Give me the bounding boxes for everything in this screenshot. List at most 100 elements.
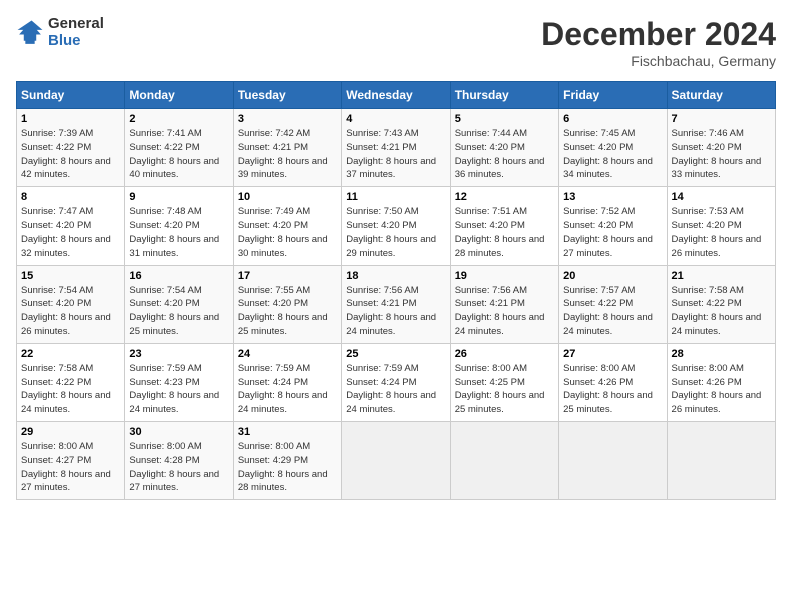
- day-number: 26: [455, 348, 554, 360]
- calendar-cell: [667, 422, 775, 500]
- calendar-cell: 20Sunrise: 7:57 AMSunset: 4:22 PMDayligh…: [559, 265, 667, 343]
- month-title: December 2024: [541, 16, 776, 53]
- day-number: 15: [21, 270, 120, 282]
- weekday-header-tuesday: Tuesday: [233, 82, 341, 109]
- day-info: Sunrise: 8:00 AMSunset: 4:26 PMDaylight:…: [563, 363, 653, 415]
- day-info: Sunrise: 8:00 AMSunset: 4:25 PMDaylight:…: [455, 363, 545, 415]
- day-info: Sunrise: 7:47 AMSunset: 4:20 PMDaylight:…: [21, 206, 111, 258]
- calendar-cell: 18 Sunrise: 7:56 AMSunset: 4:21 PMDayligh…: [342, 265, 450, 343]
- logo: General Blue: [16, 16, 104, 49]
- calendar-cell: 19 Sunrise: 7:56 AMSunset: 4:21 PMDayligh…: [450, 265, 558, 343]
- calendar-cell: 17 Sunrise: 7:55 AMSunset: 4:20 PMDayligh…: [233, 265, 341, 343]
- day-info: Sunrise: 7:58 AMSunset: 4:22 PMDaylight:…: [21, 363, 111, 415]
- day-number: 13: [563, 191, 662, 203]
- calendar-cell: 10 Sunrise: 7:49 AMSunset: 4:20 PMDayligh…: [233, 187, 341, 265]
- day-number: 10: [238, 191, 337, 203]
- day-info: Sunrise: 7:49 AMSunset: 4:20 PMDaylight:…: [238, 206, 328, 258]
- day-info: Sunrise: 8:00 AMSunset: 4:26 PMDaylight:…: [672, 363, 762, 415]
- logo-text: General Blue: [48, 16, 104, 49]
- day-info: Sunrise: 7:43 AMSunset: 4:21 PMDaylight:…: [346, 128, 436, 180]
- calendar-cell: [450, 422, 558, 500]
- day-number: 12: [455, 191, 554, 203]
- day-info: Sunrise: 7:59 AMSunset: 4:23 PMDaylight:…: [129, 363, 219, 415]
- day-number: 1: [21, 113, 120, 125]
- day-number: 7: [672, 113, 771, 125]
- weekday-header-wednesday: Wednesday: [342, 82, 450, 109]
- weekday-header-thursday: Thursday: [450, 82, 558, 109]
- day-number: 29: [21, 426, 120, 438]
- calendar-cell: 12 Sunrise: 7:51 AMSunset: 4:20 PMDayligh…: [450, 187, 558, 265]
- logo-general: General: [48, 16, 104, 33]
- calendar-table: SundayMondayTuesdayWednesdayThursdayFrid…: [16, 81, 776, 500]
- day-info: Sunrise: 7:46 AMSunset: 4:20 PMDaylight:…: [672, 128, 762, 180]
- calendar-cell: 15Sunrise: 7:54 AMSunset: 4:20 PMDayligh…: [17, 265, 125, 343]
- weekday-header-saturday: Saturday: [667, 82, 775, 109]
- day-number: 16: [129, 270, 228, 282]
- calendar-cell: 24 Sunrise: 7:59 AMSunset: 4:24 PMDayligh…: [233, 343, 341, 421]
- calendar-cell: 31Sunrise: 8:00 AMSunset: 4:29 PMDayligh…: [233, 422, 341, 500]
- day-number: 31: [238, 426, 337, 438]
- calendar-cell: [559, 422, 667, 500]
- weekday-header-sunday: Sunday: [17, 82, 125, 109]
- day-number: 22: [21, 348, 120, 360]
- day-info: Sunrise: 7:48 AMSunset: 4:20 PMDaylight:…: [129, 206, 219, 258]
- logo-icon: [16, 19, 44, 47]
- calendar-cell: 30 Sunrise: 8:00 AMSunset: 4:28 PMDayligh…: [125, 422, 233, 500]
- calendar-cell: 22 Sunrise: 7:58 AMSunset: 4:22 PMDayligh…: [17, 343, 125, 421]
- day-info: Sunrise: 7:57 AMSunset: 4:22 PMDaylight:…: [563, 285, 653, 337]
- calendar-cell: 21 Sunrise: 7:58 AMSunset: 4:22 PMDayligh…: [667, 265, 775, 343]
- calendar-cell: 5 Sunrise: 7:44 AMSunset: 4:20 PMDaylight…: [450, 109, 558, 187]
- calendar-cell: 8 Sunrise: 7:47 AMSunset: 4:20 PMDaylight…: [17, 187, 125, 265]
- day-info: Sunrise: 7:44 AMSunset: 4:20 PMDaylight:…: [455, 128, 545, 180]
- day-info: Sunrise: 7:51 AMSunset: 4:20 PMDaylight:…: [455, 206, 545, 258]
- day-number: 4: [346, 113, 445, 125]
- calendar-cell: 1 Sunrise: 7:39 AMSunset: 4:22 PMDaylight…: [17, 109, 125, 187]
- day-number: 30: [129, 426, 228, 438]
- day-number: 5: [455, 113, 554, 125]
- day-number: 21: [672, 270, 771, 282]
- day-number: 9: [129, 191, 228, 203]
- day-info: Sunrise: 7:53 AMSunset: 4:20 PMDaylight:…: [672, 206, 762, 258]
- calendar-cell: 29Sunrise: 8:00 AMSunset: 4:27 PMDayligh…: [17, 422, 125, 500]
- day-info: Sunrise: 7:39 AMSunset: 4:22 PMDaylight:…: [21, 128, 111, 180]
- calendar-cell: 16 Sunrise: 7:54 AMSunset: 4:20 PMDayligh…: [125, 265, 233, 343]
- page-header: General Blue December 2024 Fischbachau, …: [16, 16, 776, 69]
- calendar-cell: 23Sunrise: 7:59 AMSunset: 4:23 PMDayligh…: [125, 343, 233, 421]
- day-number: 8: [21, 191, 120, 203]
- day-number: 2: [129, 113, 228, 125]
- calendar-cell: 28 Sunrise: 8:00 AMSunset: 4:26 PMDayligh…: [667, 343, 775, 421]
- day-info: Sunrise: 7:55 AMSunset: 4:20 PMDaylight:…: [238, 285, 328, 337]
- day-number: 3: [238, 113, 337, 125]
- logo-blue: Blue: [48, 33, 104, 50]
- day-number: 17: [238, 270, 337, 282]
- calendar-cell: 25Sunrise: 7:59 AMSunset: 4:24 PMDayligh…: [342, 343, 450, 421]
- day-number: 11: [346, 191, 445, 203]
- day-info: Sunrise: 7:45 AMSunset: 4:20 PMDaylight:…: [563, 128, 653, 180]
- day-info: Sunrise: 7:42 AMSunset: 4:21 PMDaylight:…: [238, 128, 328, 180]
- day-number: 24: [238, 348, 337, 360]
- title-block: December 2024 Fischbachau, Germany: [541, 16, 776, 69]
- day-number: 25: [346, 348, 445, 360]
- calendar-cell: 14 Sunrise: 7:53 AMSunset: 4:20 PMDayligh…: [667, 187, 775, 265]
- day-info: Sunrise: 7:59 AMSunset: 4:24 PMDaylight:…: [238, 363, 328, 415]
- day-number: 19: [455, 270, 554, 282]
- calendar-cell: 26 Sunrise: 8:00 AMSunset: 4:25 PMDayligh…: [450, 343, 558, 421]
- calendar-cell: 2Sunrise: 7:41 AMSunset: 4:22 PMDaylight…: [125, 109, 233, 187]
- day-info: Sunrise: 7:50 AMSunset: 4:20 PMDaylight:…: [346, 206, 436, 258]
- day-info: Sunrise: 7:58 AMSunset: 4:22 PMDaylight:…: [672, 285, 762, 337]
- day-info: Sunrise: 7:56 AMSunset: 4:21 PMDaylight:…: [346, 285, 436, 337]
- day-number: 6: [563, 113, 662, 125]
- day-info: Sunrise: 8:00 AMSunset: 4:28 PMDaylight:…: [129, 441, 219, 493]
- weekday-header-monday: Monday: [125, 82, 233, 109]
- calendar-cell: 4 Sunrise: 7:43 AMSunset: 4:21 PMDaylight…: [342, 109, 450, 187]
- day-number: 14: [672, 191, 771, 203]
- day-info: Sunrise: 7:56 AMSunset: 4:21 PMDaylight:…: [455, 285, 545, 337]
- calendar-cell: 7 Sunrise: 7:46 AMSunset: 4:20 PMDaylight…: [667, 109, 775, 187]
- day-info: Sunrise: 7:54 AMSunset: 4:20 PMDaylight:…: [129, 285, 219, 337]
- calendar-cell: 6 Sunrise: 7:45 AMSunset: 4:20 PMDaylight…: [559, 109, 667, 187]
- weekday-header-friday: Friday: [559, 82, 667, 109]
- day-number: 28: [672, 348, 771, 360]
- calendar-cell: [342, 422, 450, 500]
- day-info: Sunrise: 7:52 AMSunset: 4:20 PMDaylight:…: [563, 206, 653, 258]
- day-number: 18: [346, 270, 445, 282]
